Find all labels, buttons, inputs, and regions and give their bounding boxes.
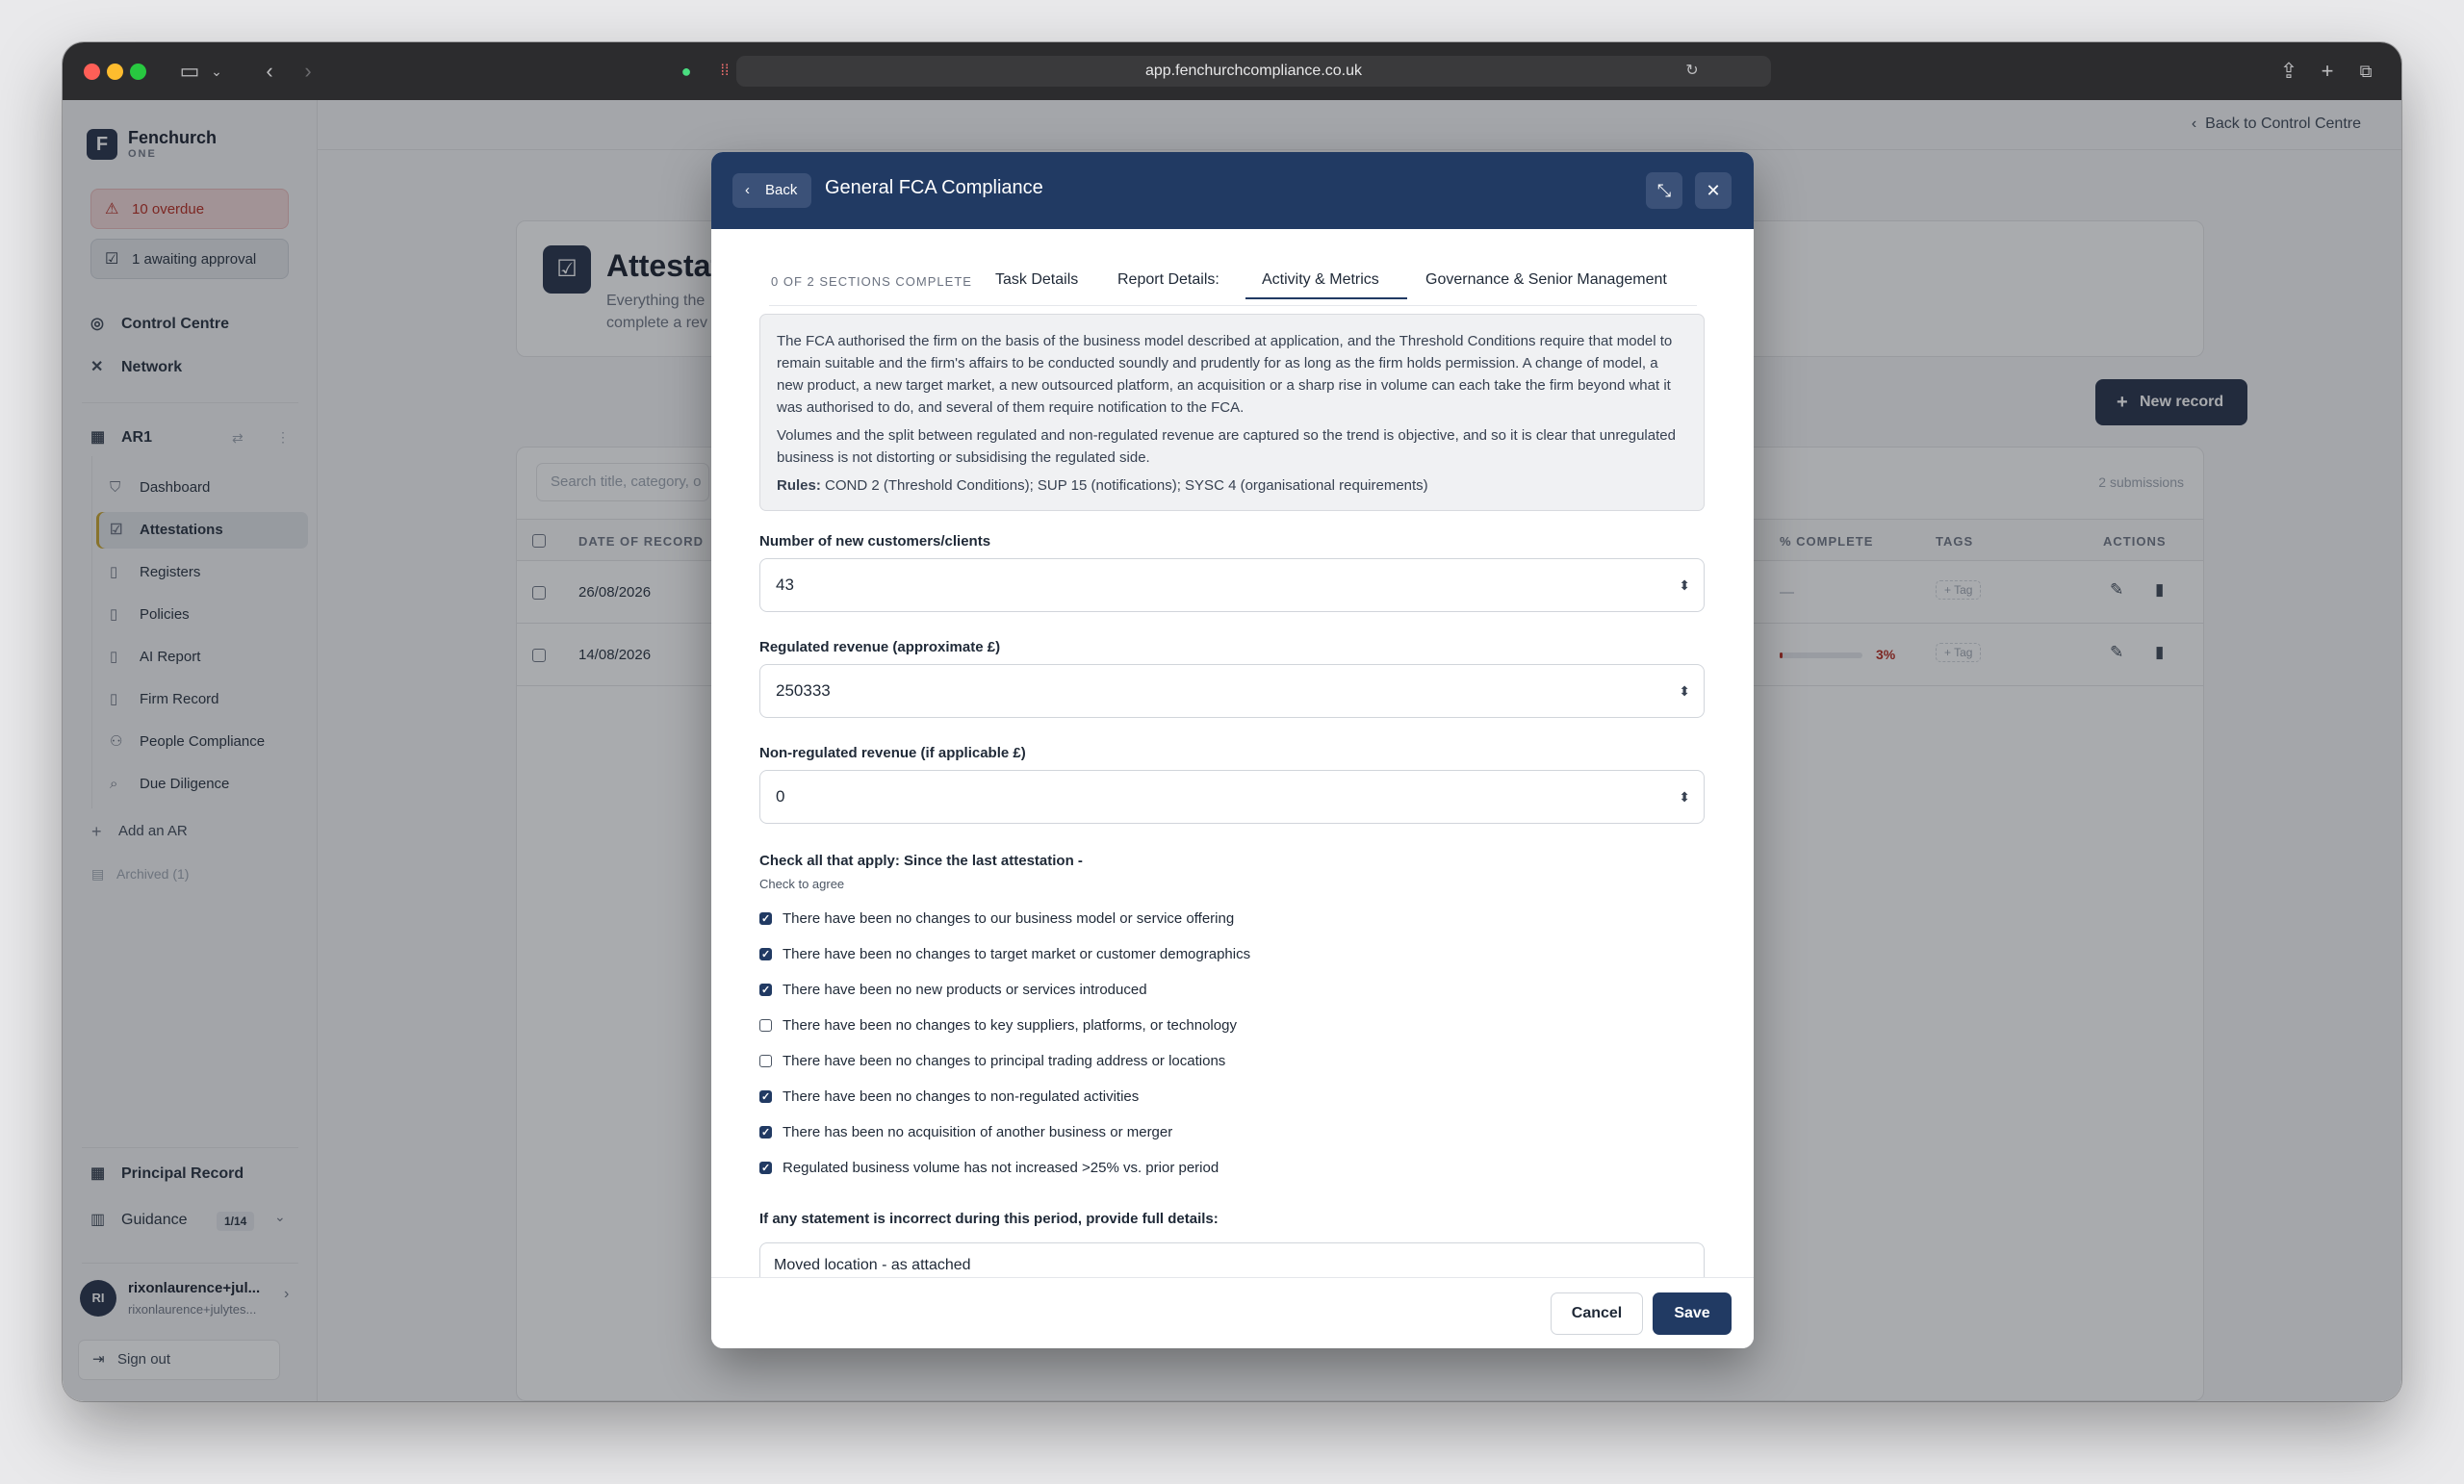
checkbox[interactable] [759,944,772,965]
checklist-item[interactable]: There have been no changes to our busine… [759,908,1234,930]
forward-nav-icon[interactable]: › [298,58,318,85]
checklist-item-label: Regulated business volume has not increa… [783,1160,1219,1176]
reload-icon[interactable]: ↻ [1680,58,1705,85]
stepper-icon[interactable]: ⬍ [1679,771,1690,823]
browser-toolbar: ▭ ⌄ ‹ › ● ⁞⁞ ▤ app.fenchurchcompliance.c… [63,42,2401,100]
customers-number-input[interactable]: 43 ⬍ [759,558,1705,612]
address-bar[interactable]: app.fenchurchcompliance.co.uk [736,56,1771,87]
tab-report-details[interactable]: Report Details: [1117,271,1219,289]
tab-task-details[interactable]: Task Details [995,271,1078,289]
close-window-button[interactable] [84,64,100,80]
checklist-item[interactable]: There have been no changes to target mar… [759,944,1250,965]
checklist-item-label: There has been no acquisition of another… [783,1124,1173,1140]
checklist-item[interactable]: There have been no changes to non-regula… [759,1087,1139,1108]
checklist-item-label: There have been no changes to key suppli… [783,1017,1237,1034]
checkbox[interactable] [759,980,772,1001]
info-paragraph-2: Volumes and the split between regulated … [777,427,1676,466]
minimize-window-button[interactable] [107,64,123,80]
checklist-item-label: There have been no changes to our busine… [783,910,1235,927]
checkbox[interactable] [759,1019,772,1032]
details-label: If any statement is incorrect during thi… [759,1211,1219,1227]
checklist-item[interactable]: There have been no new products or servi… [759,980,1147,1001]
chevron-left-icon: ‹ [745,182,750,198]
grammarly-icon[interactable]: ● [674,58,699,85]
regulated-revenue-input[interactable]: 250333 ⬍ [759,664,1705,718]
customers-label: Number of new customers/clients [759,533,991,550]
rules-line: Rules: COND 2 (Threshold Conditions); SU… [777,474,1687,497]
nonregulated-revenue-label: Non-regulated revenue (if applicable £) [759,745,1026,761]
tabs-divider [769,305,1697,306]
close-icon[interactable]: ✕ [1695,172,1732,209]
zoom-window-button[interactable] [130,64,146,80]
modal-tabs: 0 OF 2 SECTIONS COMPLETE Task Details Re… [711,229,1754,306]
checklist-item-label: There have been no new products or servi… [783,982,1147,998]
checklist-item[interactable]: There has been no acquisition of another… [759,1122,1172,1143]
minimize-icon[interactable]: ⤡ [1646,172,1682,209]
checkbox[interactable] [759,1087,772,1108]
modal-footer: Cancel Save [711,1277,1754,1348]
guidance-info-box: The FCA authorised the firm on the basis… [759,314,1705,511]
checklist-item[interactable]: There have been no changes to principal … [759,1051,1225,1072]
customers-value: 43 [776,576,794,594]
chevron-down-icon[interactable]: ⌄ [207,58,226,85]
checkbox[interactable] [759,1122,772,1143]
nonregulated-revenue-input[interactable]: 0 ⬍ [759,770,1705,824]
checklist-item[interactable]: Regulated business volume has not increa… [759,1158,1219,1179]
extensions-grid-icon[interactable]: ⁞⁞ [712,58,737,85]
checklist-heading: Check all that apply: Since the last att… [759,853,1083,869]
url-text: app.fenchurchcompliance.co.uk [1144,63,1363,79]
attestation-modal: ‹ Back General FCA Compliance ⤡ ✕ 0 OF 2… [711,152,1754,1348]
nonregulated-revenue-value: 0 [776,787,785,806]
modal-back-label: Back [765,182,798,198]
regulated-revenue-label: Regulated revenue (approximate £) [759,639,1001,655]
rules-label: Rules: [777,477,821,494]
checklist-item-label: There have been no changes to target mar… [783,946,1251,962]
modal-title: General FCA Compliance [825,177,1043,198]
rules-text: COND 2 (Threshold Conditions); SUP 15 (n… [820,477,1428,494]
sections-progress: 0 OF 2 SECTIONS COMPLETE [771,274,972,289]
tab-activity-metrics[interactable]: Activity & Metrics [1262,271,1379,289]
checklist-item-label: There have been no changes to non-regula… [783,1088,1140,1105]
checklist-hint: Check to agree [759,877,845,891]
checklist-item[interactable]: There have been no changes to key suppli… [759,1015,1237,1036]
modal-back-button[interactable]: ‹ Back [732,173,811,208]
details-value: Moved location - as attached [774,1257,971,1273]
tabs-overview-icon[interactable]: ⧉ [2353,58,2378,85]
save-button[interactable]: Save [1653,1292,1732,1335]
sidebar-toggle-icon[interactable]: ▭ [175,58,204,85]
checkbox[interactable] [759,1158,772,1179]
stepper-icon[interactable]: ⬍ [1679,559,1690,611]
tab-governance[interactable]: Governance & Senior Management [1425,271,1667,289]
back-nav-icon[interactable]: ‹ [260,58,279,85]
active-tab-indicator [1245,297,1407,299]
checkbox[interactable] [759,1055,772,1067]
info-paragraph-1: The FCA authorised the firm on the basis… [777,333,1673,416]
browser-window: ▭ ⌄ ‹ › ● ⁞⁞ ▤ app.fenchurchcompliance.c… [63,42,2401,1401]
share-icon[interactable]: ⇪ [2276,58,2301,85]
modal-header: ‹ Back General FCA Compliance ⤡ ✕ [711,152,1754,229]
cancel-button[interactable]: Cancel [1551,1292,1643,1335]
checkbox[interactable] [759,908,772,930]
new-tab-icon[interactable]: + [2315,58,2340,85]
checklist-item-label: There have been no changes to principal … [783,1053,1226,1069]
regulated-revenue-value: 250333 [776,681,831,700]
stepper-icon[interactable]: ⬍ [1679,665,1690,717]
